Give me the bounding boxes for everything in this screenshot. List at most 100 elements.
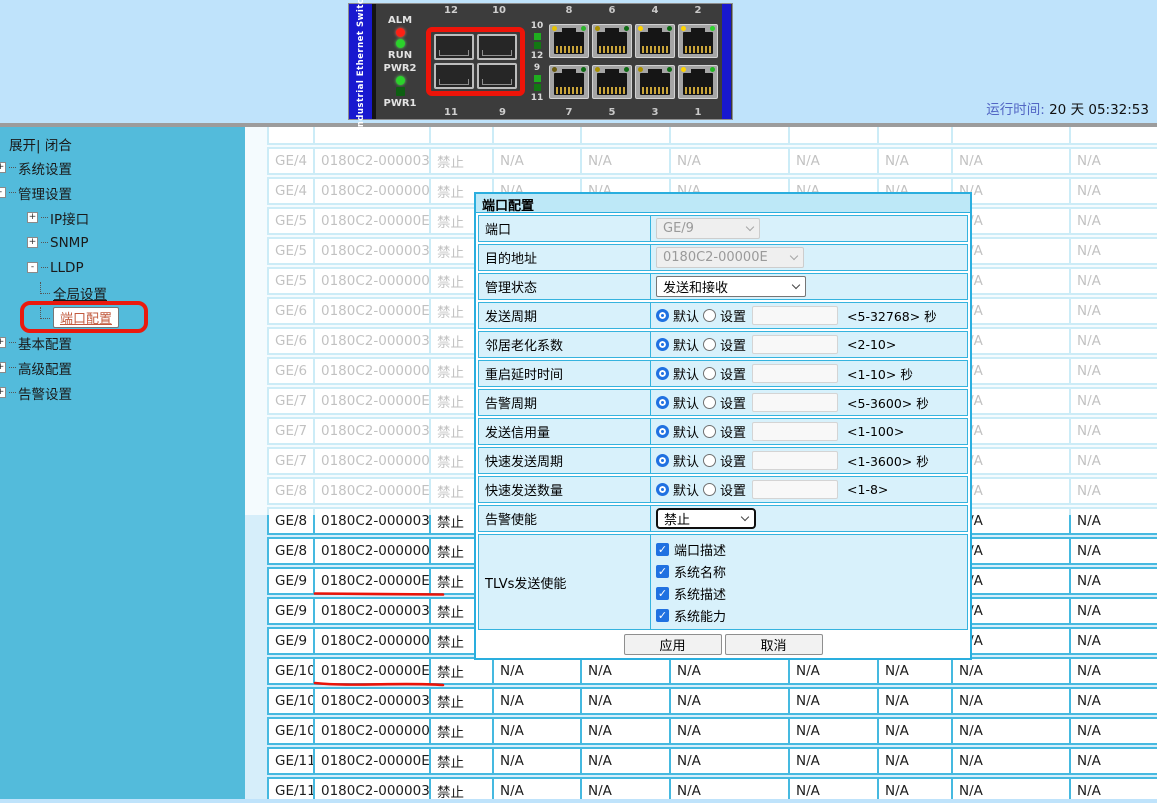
restart-delay-set-radio[interactable] xyxy=(703,367,716,380)
device-status-leds: ALMRUNPWR2PWR1 xyxy=(377,4,423,119)
sfp-highlight-box xyxy=(426,27,525,96)
ethernet-port xyxy=(678,65,718,99)
field-label: 发送周期 xyxy=(479,303,651,328)
field-value: 默认设置<2-10> xyxy=(651,332,967,357)
sidebar-item-管理设置[interactable]: -管理设置 xyxy=(0,180,245,205)
alarm-period-default-radio[interactable] xyxy=(656,396,669,409)
fast-tx-count-set-radio[interactable] xyxy=(703,483,716,496)
checkbox-option[interactable]: ✓系统描述 xyxy=(656,583,726,603)
expand-plus-icon[interactable]: + xyxy=(0,162,6,173)
na-cell: N/A xyxy=(790,689,879,713)
sidebar-item-系统设置[interactable]: +系统设置 xyxy=(0,155,245,180)
alarm-period-set-radio[interactable] xyxy=(703,396,716,409)
run-led xyxy=(396,39,405,48)
tx-credit-default-radio[interactable] xyxy=(656,425,669,438)
fast-tx-period-set-radio[interactable] xyxy=(703,454,716,467)
table-row: GE/110180C2-00000E禁止N/AN/AN/AN/AN/AN/AN/… xyxy=(267,747,1157,775)
sidebar-item-IP接口[interactable]: + IP接口 xyxy=(0,205,245,230)
fast-tx-count-row: 快速发送数量默认设置<1-8> xyxy=(478,476,968,503)
table-row: GE/100180C2-00000E禁止N/AN/AN/AN/AN/AN/AN/… xyxy=(267,657,1157,685)
sidebar-item-label: IP接口 xyxy=(50,208,89,228)
radio-label: 默认 xyxy=(673,480,699,499)
tx-period-set-radio[interactable] xyxy=(703,309,716,322)
na-cell: N/A xyxy=(1071,779,1157,799)
port-cell: GE/11 xyxy=(269,749,315,773)
expand-plus-icon[interactable]: + xyxy=(0,362,6,373)
expand-plus-icon[interactable]: + xyxy=(27,237,38,248)
field-value: ✓端口描述✓系统名称✓系统描述✓系统能力 xyxy=(651,535,967,629)
checked-checkbox[interactable]: ✓ xyxy=(656,609,669,622)
mac-address-cell: 0180C2-000003 xyxy=(315,689,431,713)
sidebar-item-label: 高级配置 xyxy=(18,358,72,378)
radio-label: 设置 xyxy=(720,335,746,354)
expand-plus-icon[interactable]: + xyxy=(0,387,6,398)
aging-coeff-set-radio[interactable] xyxy=(703,338,716,351)
checked-checkbox[interactable]: ✓ xyxy=(656,565,669,578)
dest-address-row: 目的地址0180C2-00000E xyxy=(478,244,968,271)
sfp-ports-group: 1210 119 xyxy=(423,4,527,119)
port-jack xyxy=(683,73,713,95)
range-hint: <1-8> xyxy=(847,482,888,497)
expand-plus-icon[interactable]: + xyxy=(0,337,6,348)
expand-collapse-links[interactable]: 展开| 闭合 xyxy=(0,133,245,155)
checkbox-label: 系统名称 xyxy=(674,562,726,581)
port-led-left xyxy=(638,67,643,72)
restart-delay-row: 重启延时时间默认设置<1-10> 秒 xyxy=(478,360,968,387)
ethernet-port xyxy=(549,65,589,99)
fast-tx-count-default-radio[interactable] xyxy=(656,483,669,496)
sidebar-item-端口配置[interactable]: 端口配置 xyxy=(0,305,245,330)
expand-plus-icon[interactable]: + xyxy=(27,212,38,223)
port-led-right xyxy=(581,67,586,72)
sidebar-item-LLDP[interactable]: -LLDP xyxy=(0,255,245,280)
tree-connector xyxy=(41,267,48,268)
checkbox-option[interactable]: ✓ 系统名称 xyxy=(656,561,726,581)
collapse-minus-icon[interactable]: - xyxy=(27,262,38,273)
na-cell: N/A xyxy=(671,749,790,773)
status-cell: 禁止 xyxy=(431,749,494,773)
sidebar-item-告警设置[interactable]: +告警设置 xyxy=(0,380,245,405)
sidebar-item-基本配置[interactable]: +基本配置 xyxy=(0,330,245,355)
admin-status-select[interactable]: 发送和接收 xyxy=(656,276,806,297)
indicator-label: 9 xyxy=(534,63,540,73)
admin-status-row: 管理状态发送和接收 xyxy=(478,273,968,300)
led-label-pwr1: PWR1 xyxy=(383,98,416,109)
checkbox-label: 系统能力 xyxy=(674,606,726,625)
tx-credit-row: 发送信用量默认设置<1-100> xyxy=(478,418,968,445)
field-value: 禁止 xyxy=(651,506,967,531)
sidebar-item-全局设置[interactable]: 全局设置 xyxy=(0,280,245,305)
checked-checkbox[interactable]: ✓ xyxy=(656,543,669,556)
ethernet-port xyxy=(549,24,589,58)
led-label-alm: ALM xyxy=(388,15,412,26)
port-led-left xyxy=(681,67,686,72)
alarm-enable-select[interactable]: 禁止 xyxy=(656,508,756,529)
checkbox-option[interactable]: ✓端口描述 xyxy=(656,539,726,559)
checkbox-option[interactable]: ✓ 系统能力 xyxy=(656,605,726,625)
collapse-minus-icon[interactable]: - xyxy=(0,187,6,198)
chevron-down-icon xyxy=(741,513,749,521)
field-value: 默认设置<5-32768> 秒 xyxy=(651,303,967,328)
restart-delay-default-radio[interactable] xyxy=(656,367,669,380)
sidebar-item-高级配置[interactable]: + 高级配置 xyxy=(0,355,245,380)
tree-elbow-connector xyxy=(40,282,50,294)
radio-label: 设置 xyxy=(720,422,746,441)
indicator-label: 10 xyxy=(531,21,544,31)
port-cell: GE/8 xyxy=(269,539,315,563)
fast-tx-period-default-radio[interactable] xyxy=(656,454,669,467)
sfp-port-number: 10 xyxy=(492,5,506,16)
aging-coeff-default-radio[interactable] xyxy=(656,338,669,351)
sidebar-item-SNMP[interactable]: +SNMP xyxy=(0,230,245,255)
sfp-port-number: 11 xyxy=(444,107,458,118)
port-led-right xyxy=(667,67,672,72)
checked-checkbox[interactable]: ✓ xyxy=(656,587,669,600)
radio-label: 设置 xyxy=(720,480,746,499)
radio-label: 默认 xyxy=(673,393,699,412)
port-row: 端口GE/9 xyxy=(478,215,968,242)
device-side-label: Industrial Ethernet Switch xyxy=(356,0,366,131)
radio-label: 设置 xyxy=(720,451,746,470)
indicator-label: 11 xyxy=(531,93,544,103)
tx-period-default-radio[interactable] xyxy=(656,309,669,322)
apply-button[interactable]: 应用 xyxy=(624,634,722,655)
port-cell: GE/9 xyxy=(269,569,315,593)
tx-credit-set-radio[interactable] xyxy=(703,425,716,438)
cancel-button[interactable]: 取消 xyxy=(725,634,823,655)
